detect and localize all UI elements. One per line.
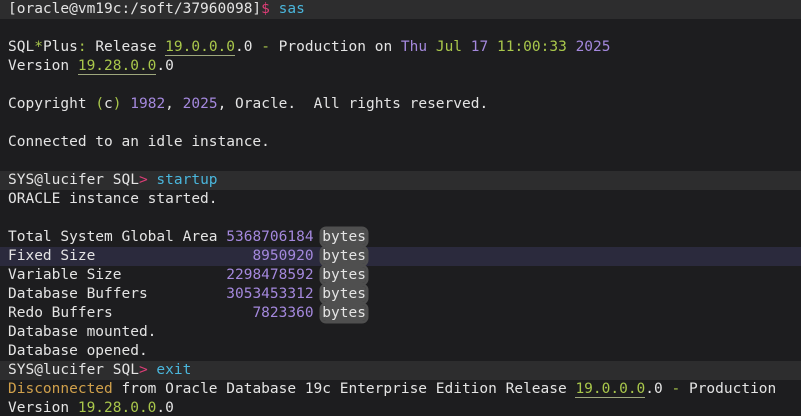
bytes-badge: bytes — [322, 248, 366, 264]
text-segment: Production on — [270, 39, 401, 55]
text-segment: Connected to an idle instance. — [8, 134, 270, 150]
text-segment: Database mounted. — [8, 324, 156, 340]
text-segment: exit — [156, 362, 191, 378]
fixed-size-line: Fixed Size 8950920 bytes — [0, 247, 801, 266]
bytes-badge: bytes — [322, 286, 366, 302]
text-segment: Version — [8, 400, 78, 416]
text-segment: 19.28.0.0 — [78, 58, 157, 75]
text-segment: > — [139, 172, 148, 188]
disconnected-line: Disconnected from Oracle Database 19c En… — [0, 380, 801, 399]
sqlplus-banner-line: SQL*Plus: Release 19.0.0.0.0 - Productio… — [0, 38, 801, 57]
text-segment: ORACLE instance started. — [8, 191, 218, 207]
text-segment: SYS@lucifer SQL — [8, 362, 139, 378]
text-segment: , — [165, 96, 182, 112]
text-segment: 7823360 — [252, 305, 313, 321]
text-segment: : — [78, 39, 87, 55]
text-segment: 19.0.0.0 — [575, 381, 645, 398]
text-segment: .0 — [645, 381, 671, 397]
bytes-badge: bytes — [322, 229, 366, 245]
text-segment: SYS@lucifer SQL — [8, 172, 139, 188]
text-segment — [314, 229, 323, 245]
database-mounted-line: Database mounted. — [0, 323, 801, 342]
text-segment: Copyright — [8, 96, 95, 112]
text-segment: ( — [95, 96, 104, 112]
blank-line — [0, 76, 801, 95]
text-segment: SQL — [8, 39, 34, 55]
text-segment: - — [261, 39, 270, 55]
text-segment: .0 — [235, 39, 261, 55]
connected-idle-line: Connected to an idle instance. — [0, 133, 801, 152]
text-segment: 3053453312 — [226, 286, 313, 302]
text-segment: Fixed Size — [8, 248, 252, 264]
text-segment: ) — [113, 96, 122, 112]
text-segment: - — [672, 381, 681, 397]
sga-total-line: Total System Global Area 5368706184 byte… — [0, 228, 801, 247]
text-segment: $ — [261, 1, 270, 17]
text-segment: 19.0.0.0 — [165, 39, 235, 56]
text-segment: Version — [8, 58, 78, 74]
text-segment: startup — [156, 172, 217, 188]
shell-prompt-line: [oracle@vm19c:/soft/37960098]$ sas — [0, 0, 801, 19]
text-segment: Plus — [43, 39, 78, 55]
text-segment: .0 — [156, 58, 173, 74]
database-buffers-line: Database Buffers 3053453312 bytes — [0, 285, 801, 304]
text-segment: , Oracle. All rights reserved. — [218, 96, 489, 112]
text-segment: Release — [87, 39, 166, 55]
text-segment: sas — [279, 1, 305, 17]
copyright-line: Copyright (c) 1982, 2025, Oracle. All ri… — [0, 95, 801, 114]
text-segment: from Oracle Database 19c Enterprise Edit… — [113, 381, 576, 397]
bytes-badge: bytes — [322, 267, 366, 283]
text-segment: Variable Size — [8, 267, 226, 283]
version-line: Version 19.28.0.0.0 — [0, 57, 801, 76]
text-segment: 17 — [471, 39, 488, 55]
text-segment — [122, 96, 131, 112]
text-segment: 11:00:33 — [497, 39, 567, 55]
text-segment: 1982 — [130, 96, 165, 112]
text-segment: Redo Buffers — [8, 305, 252, 321]
instance-started-line: ORACLE instance started. — [0, 190, 801, 209]
text-segment: [oracle@vm19c:/soft/37960098] — [8, 1, 261, 17]
text-segment — [567, 39, 576, 55]
text-segment: 2025 — [183, 96, 218, 112]
database-opened-line: Database opened. — [0, 342, 801, 361]
blank-line — [0, 114, 801, 133]
text-segment — [314, 248, 323, 264]
blank-line — [0, 19, 801, 38]
text-segment: * — [34, 39, 43, 55]
redo-buffers-line: Redo Buffers 7823360 bytes — [0, 304, 801, 323]
text-segment: 2025 — [576, 39, 611, 55]
version-footer-line: Version 19.28.0.0.0 — [0, 399, 801, 416]
text-segment — [314, 267, 323, 283]
text-segment — [314, 305, 323, 321]
text-segment: > — [139, 362, 148, 378]
text-segment: 19.28.0.0 — [78, 400, 157, 416]
text-segment: 8950920 — [252, 248, 313, 264]
text-segment: Thu — [401, 39, 427, 55]
text-segment — [462, 39, 471, 55]
variable-size-line: Variable Size 2298478592 bytes — [0, 266, 801, 285]
text-segment: c — [104, 96, 113, 112]
sql-prompt-startup-line: SYS@lucifer SQL> startup — [0, 171, 801, 190]
text-segment — [488, 39, 497, 55]
text-segment: Jul — [436, 39, 462, 55]
blank-line — [0, 209, 801, 228]
sql-prompt-exit-line: SYS@lucifer SQL> exit — [0, 361, 801, 380]
text-segment — [427, 39, 436, 55]
text-segment: Total System Global Area — [8, 229, 226, 245]
text-segment — [314, 286, 323, 302]
text-segment: 2298478592 — [226, 267, 313, 283]
text-segment — [270, 1, 279, 17]
text-segment: Database opened. — [8, 343, 148, 359]
terminal-screen[interactable]: [oracle@vm19c:/soft/37960098]$ sas SQL*Pl… — [0, 0, 801, 416]
text-segment: Database Buffers — [8, 286, 226, 302]
text-segment: Production — [680, 381, 776, 397]
bytes-badge: bytes — [322, 305, 366, 321]
text-segment: .0 — [156, 400, 173, 416]
blank-line — [0, 152, 801, 171]
text-segment: 5368706184 — [226, 229, 313, 245]
text-segment: Disconnected — [8, 381, 113, 397]
